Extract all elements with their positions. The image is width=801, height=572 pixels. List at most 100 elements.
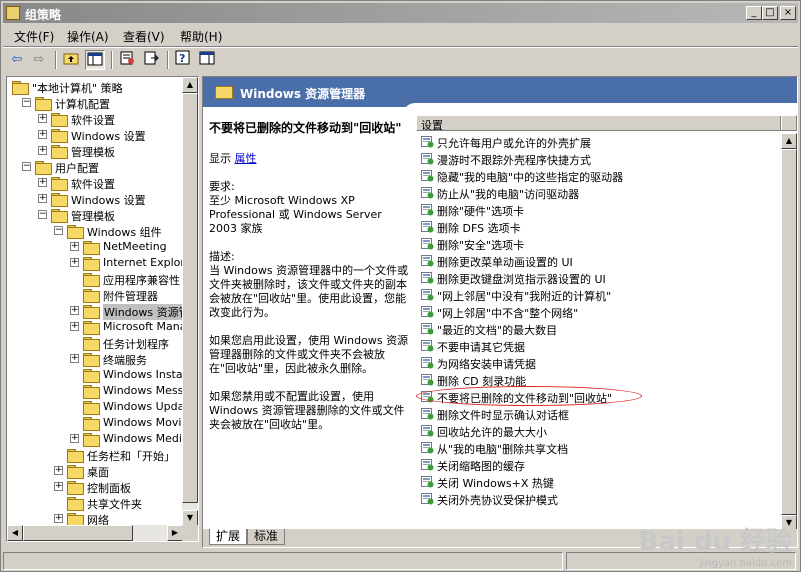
tree-item[interactable]: 共享文件夹: [7, 495, 183, 511]
scroll-up-icon[interactable]: ▲: [182, 77, 198, 93]
setting-item[interactable]: 关闭外壳协议受保护模式: [416, 490, 776, 507]
scroll-down-icon[interactable]: ▼: [182, 510, 198, 526]
title-bar[interactable]: 组策略 _ □ ×: [3, 3, 798, 23]
properties-link[interactable]: 属性: [235, 152, 257, 165]
scroll-left-icon[interactable]: ◀: [7, 525, 23, 541]
tree-item[interactable]: − 计算机配置: [7, 95, 183, 111]
expand-icon[interactable]: +: [54, 482, 63, 491]
tree-item[interactable]: Windows Updat: [7, 399, 183, 415]
up-folder-icon[interactable]: [61, 50, 81, 70]
tree-item[interactable]: Windows Messe: [7, 383, 183, 399]
menu-view[interactable]: 查看(V): [123, 28, 165, 45]
expand-icon[interactable]: +: [70, 434, 79, 443]
setting-item[interactable]: 删除文件时显示确认对话框: [416, 405, 776, 422]
list-vertical-scrollbar[interactable]: ▲ ▼: [781, 133, 797, 531]
tree-item[interactable]: 附件管理器: [7, 287, 183, 303]
menu-file[interactable]: 文件(F): [14, 28, 54, 45]
scroll-thumb[interactable]: [182, 93, 198, 503]
setting-item[interactable]: "网上邻居"中不含"整个网络": [416, 303, 776, 320]
setting-item[interactable]: 关闭缩略图的缓存: [416, 456, 776, 473]
setting-item[interactable]: 从"我的电脑"删除共享文档: [416, 439, 776, 456]
tree-item[interactable]: 任务计划程序: [7, 335, 183, 351]
collapse-icon[interactable]: −: [22, 162, 31, 171]
tree-item[interactable]: + 软件设置: [7, 175, 183, 191]
setting-item[interactable]: 回收站允许的最大大小: [416, 422, 776, 439]
tree-item[interactable]: + Windows 资源管: [7, 303, 183, 320]
scroll-up-icon[interactable]: ▲: [781, 133, 797, 149]
tree-item[interactable]: − 用户配置: [7, 159, 183, 175]
menu-help[interactable]: 帮助(H): [180, 28, 222, 45]
close-button[interactable]: ×: [780, 6, 796, 20]
column-splitter[interactable]: [780, 116, 782, 130]
expand-icon[interactable]: +: [54, 514, 63, 523]
tree-item[interactable]: + 终端服务: [7, 351, 183, 367]
scroll-right-icon[interactable]: ▶: [167, 525, 183, 541]
tree-vertical-scrollbar[interactable]: ▲ ▼: [182, 77, 198, 526]
tree-item[interactable]: − 管理模板: [7, 207, 183, 223]
expand-icon[interactable]: +: [70, 306, 79, 315]
tree-item[interactable]: 任务栏和「开始」: [7, 447, 183, 463]
expand-icon[interactable]: +: [38, 114, 47, 123]
expand-icon[interactable]: +: [38, 130, 47, 139]
setting-item[interactable]: 删除更改菜单动画设置的 UI: [416, 252, 776, 269]
column-header-setting[interactable]: 设置: [416, 115, 797, 132]
expand-icon[interactable]: +: [70, 354, 79, 363]
minimize-button[interactable]: _: [746, 6, 762, 20]
tree-item[interactable]: + Internet Explore: [7, 255, 183, 271]
setting-item[interactable]: 关闭 Windows+X 热键: [416, 473, 776, 490]
setting-item[interactable]: 为网络安装申请凭据: [416, 354, 776, 371]
tab-standard[interactable]: 标准: [247, 529, 286, 545]
expand-icon[interactable]: +: [70, 322, 79, 331]
collapse-icon[interactable]: −: [38, 210, 47, 219]
setting-item[interactable]: 删除"安全"选项卡: [416, 235, 776, 252]
setting-item[interactable]: 只允许每用户或允许的外壳扩展: [416, 133, 776, 150]
show-hide-tree-icon[interactable]: [85, 50, 105, 70]
expand-icon[interactable]: +: [38, 178, 47, 187]
tree-item[interactable]: + Windows 设置: [7, 191, 183, 207]
tree-item[interactable]: + Microsoft Mana: [7, 319, 183, 335]
tree-item[interactable]: "本地计算机" 策略: [7, 79, 183, 95]
menu-action[interactable]: 操作(A): [67, 28, 109, 45]
export-list-icon[interactable]: [141, 50, 161, 70]
tab-extended[interactable]: 扩展: [209, 529, 248, 545]
tree-item[interactable]: Windows Movie: [7, 415, 183, 431]
forward-arrow-icon[interactable]: ⇨: [29, 50, 49, 70]
maximize-button[interactable]: □: [762, 6, 778, 20]
properties-icon[interactable]: [117, 50, 137, 70]
tree-horizontal-scrollbar[interactable]: ◀ ▶: [7, 525, 183, 541]
console-tree[interactable]: "本地计算机" 策略 − 计算机配置 + 软件设置 + Windows 设置 + 管理模板 − 用户…: [6, 76, 199, 542]
back-arrow-icon[interactable]: ⇦: [7, 50, 27, 70]
scroll-thumb[interactable]: [23, 525, 133, 541]
expand-icon[interactable]: +: [70, 242, 79, 251]
collapse-icon[interactable]: −: [22, 98, 31, 107]
tree-item[interactable]: − Windows 组件: [7, 223, 183, 239]
setting-item[interactable]: 不要将已删除的文件移动到"回收站": [416, 386, 776, 406]
tree-item[interactable]: + 控制面板: [7, 479, 183, 495]
tree-item[interactable]: Windows Install: [7, 367, 183, 383]
expand-icon[interactable]: +: [70, 258, 79, 267]
tree-item[interactable]: 应用程序兼容性: [7, 271, 183, 287]
tree-item[interactable]: + 桌面: [7, 463, 183, 479]
setting-item[interactable]: 防止从"我的电脑"访问驱动器: [416, 184, 776, 201]
collapse-icon[interactable]: −: [54, 226, 63, 235]
scroll-thumb[interactable]: [781, 149, 797, 515]
setting-item[interactable]: 不要申请其它凭据: [416, 337, 776, 354]
tree-item[interactable]: + Windows 设置: [7, 127, 183, 143]
setting-item[interactable]: "最近的文档"的最大数目: [416, 320, 776, 337]
show-hide-action-pane-icon[interactable]: [197, 50, 217, 70]
tree-item[interactable]: + 软件设置: [7, 111, 183, 127]
setting-item[interactable]: 漫游时不跟踪外壳程序快捷方式: [416, 150, 776, 167]
setting-item[interactable]: "网上邻居"中没有"我附近的计算机": [416, 286, 776, 303]
setting-item[interactable]: 删除 CD 刻录功能: [416, 371, 776, 388]
setting-item[interactable]: 删除 DFS 选项卡: [416, 218, 776, 235]
setting-item[interactable]: 隐藏"我的电脑"中的这些指定的驱动器: [416, 167, 776, 184]
setting-item[interactable]: 删除更改键盘浏览指示器设置的 UI: [416, 269, 776, 286]
setting-item[interactable]: 删除"硬件"选项卡: [416, 201, 776, 218]
help-icon[interactable]: ?: [173, 50, 193, 70]
expand-icon[interactable]: +: [38, 194, 47, 203]
tree-item[interactable]: + NetMeeting: [7, 239, 183, 255]
tree-item[interactable]: + 网络: [7, 511, 183, 526]
tree-item[interactable]: + 管理模板: [7, 143, 183, 159]
expand-icon[interactable]: +: [38, 146, 47, 155]
tree-item[interactable]: + Windows Media: [7, 431, 183, 447]
